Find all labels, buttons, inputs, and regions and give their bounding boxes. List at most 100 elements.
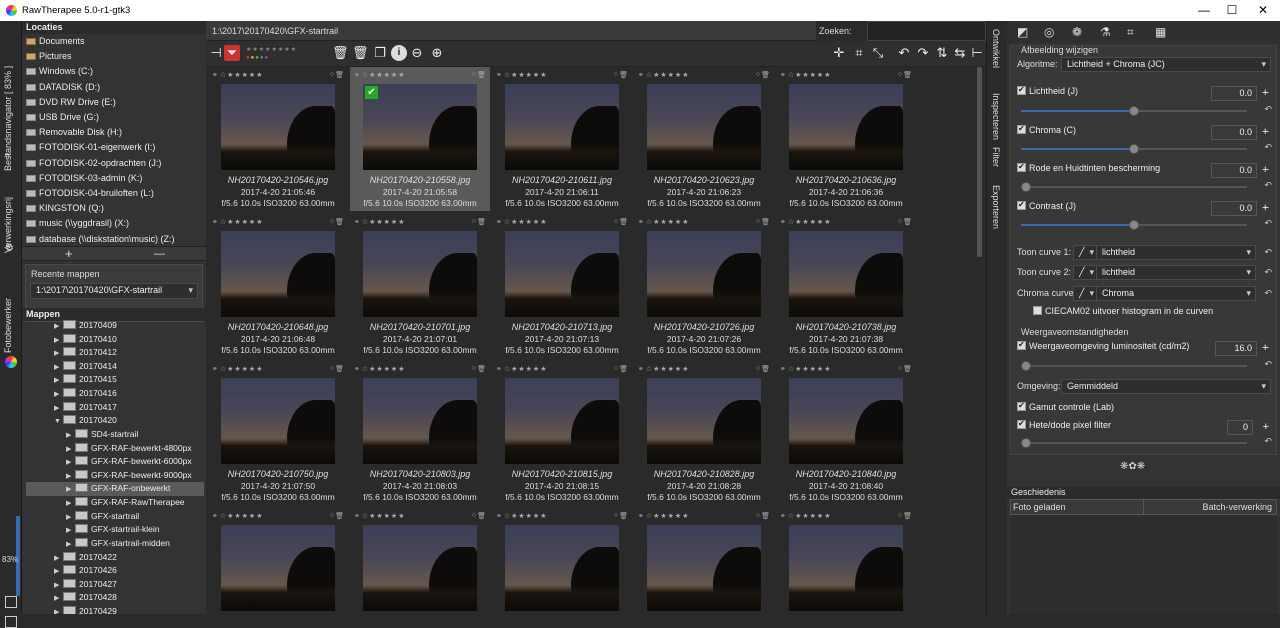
expand-right-icon[interactable]: ▶ — [66, 443, 75, 457]
rating-stars[interactable]: ☆★★★★★ — [362, 366, 406, 373]
rating-stars[interactable]: ☆★★★★★ — [504, 219, 548, 226]
trash-icon[interactable]: 🗑︎ — [335, 512, 344, 520]
skin-plus[interactable]: + — [1262, 163, 1268, 177]
tree-node[interactable]: ▶ GFX-RAF-bewerkt-9000px — [66, 469, 192, 483]
collapse-left-icon[interactable]: ⊣ — [208, 45, 224, 61]
expand-right-icon[interactable]: ▶ — [54, 565, 63, 579]
thumbnail[interactable]: ⚭ ☆★★★★★ ○ 🗑︎ NH20170420-210713.jpg 2017-4-2… — [492, 214, 632, 358]
place-item[interactable]: Documents — [26, 34, 85, 49]
thumbnail[interactable]: ⚭ ☆★★★★★ ○ 🗑︎ NH20170420-210840.jpg 2017-4-2… — [776, 361, 916, 505]
surround-lum-plus[interactable]: + — [1262, 341, 1268, 355]
tree-node[interactable]: ▶ 20170410 — [54, 333, 117, 347]
surround-lum-value[interactable]: 16.0 — [1215, 341, 1257, 356]
straighten-icon[interactable]: ⤡ — [870, 45, 886, 61]
flip-vertical-icon[interactable]: ⇅ — [934, 45, 950, 61]
trash-icon[interactable]: 🗑︎ — [761, 218, 770, 226]
thumbnail[interactable]: ⚭ ☆★★★★★ ○ 🗑︎ NH20170420-210636.jpg 2017-4-2… — [776, 67, 916, 211]
thumbnail-image[interactable] — [363, 525, 477, 611]
tree-node[interactable]: ▶ GFX-RAF-RawTherapee — [66, 496, 185, 510]
trash-icon[interactable]: 🗑︎ — [332, 45, 349, 61]
fullscreen-icon[interactable] — [5, 616, 17, 628]
grid-scrollbar[interactable] — [975, 67, 984, 614]
place-item[interactable]: FOTODISK-01-eigenwerk (I:) — [26, 140, 155, 155]
thumbnail-image[interactable] — [647, 525, 761, 611]
advanced-tab-icon[interactable]: ⚗ — [1100, 25, 1111, 39]
thumbnail[interactable]: ⚭ ☆★★★★★ ○ 🗑︎ — [492, 508, 632, 614]
expand-right-icon[interactable]: ▶ — [54, 361, 63, 375]
thumbnail-image[interactable] — [647, 378, 761, 464]
scrollbar-thumb[interactable] — [977, 67, 982, 257]
rating-filter-stars[interactable]: ★★★★★★★★ ●●●●● — [246, 46, 324, 62]
link-icon[interactable]: ⚭ — [638, 366, 644, 373]
rating-stars[interactable]: ☆★★★★★ — [646, 513, 690, 520]
thumbnail[interactable]: ⚭ ☆★★★★★ ○ 🗑︎ ✔ NH20170420-210558.jpg 2017-4-… — [350, 67, 490, 211]
recent-folders-select[interactable]: 1:\2017\20170420\GFX-startrail — [30, 283, 198, 299]
tree-node[interactable]: ▶ 20170429 — [54, 605, 117, 614]
collapse-right-icon[interactable]: ⊢ — [969, 45, 985, 61]
skin-reset-icon[interactable]: ↶ — [1264, 180, 1272, 191]
thumbnail-image[interactable] — [789, 231, 903, 317]
skin-value[interactable]: 0.0 — [1211, 163, 1257, 178]
tree-node[interactable]: ▶ 20170414 — [54, 360, 117, 374]
tree-node[interactable]: ▼ 20170420 — [54, 414, 117, 428]
link-icon[interactable]: ⚭ — [496, 72, 502, 79]
place-item[interactable]: Windows (C:) — [26, 64, 93, 79]
expand-right-icon[interactable]: ▶ — [54, 347, 63, 361]
remove-place-button[interactable]: — — [154, 247, 165, 261]
expand-right-icon[interactable]: ▶ — [66, 538, 75, 552]
expand-right-icon[interactable]: ▶ — [54, 402, 63, 416]
link-icon[interactable]: ⚭ — [212, 219, 218, 226]
place-item[interactable]: FOTODISK-04-bruiloften (L:) — [26, 186, 154, 201]
gamut-checkbox[interactable] — [1017, 401, 1026, 411]
algorithm-select[interactable]: Lichtheid + Chroma (JC) — [1061, 57, 1271, 72]
search-input[interactable] — [867, 21, 986, 41]
link-icon[interactable]: ⚭ — [212, 72, 218, 79]
trash-icon[interactable]: 🗑︎ — [619, 512, 628, 520]
expand-right-icon[interactable]: ▶ — [66, 470, 75, 484]
place-item[interactable]: KINGSTON (Q:) — [26, 201, 104, 216]
place-item[interactable]: Removable Disk (H:) — [26, 125, 122, 140]
link-icon[interactable]: ⚭ — [496, 513, 502, 520]
place-item[interactable]: USB Drive (G:) — [26, 110, 99, 125]
link-icon[interactable]: ⚭ — [496, 219, 502, 226]
tree-node[interactable]: ▶ 20170417 — [54, 401, 117, 415]
hotdead-reset-icon[interactable]: ↶ — [1264, 436, 1272, 447]
expand-right-icon[interactable]: ▶ — [66, 511, 75, 525]
expand-right-icon[interactable]: ▶ — [54, 592, 63, 606]
place-item[interactable]: DATADISK (D:) — [26, 80, 100, 95]
tab-develop[interactable]: Ontwikkel — [991, 29, 1001, 87]
copy-icon[interactable]: ❐ — [372, 45, 388, 61]
contrast-reset-icon[interactable]: ↶ — [1264, 218, 1272, 229]
rating-stars[interactable]: ☆★★★★★ — [362, 72, 406, 79]
thumbnail-image[interactable] — [221, 525, 335, 611]
thumbnail-image[interactable] — [505, 378, 619, 464]
place-item[interactable]: database (\\diskstation\music) (Z:) — [26, 232, 175, 246]
expand-right-icon[interactable]: ▶ — [66, 483, 75, 497]
chroma-curve-select[interactable]: Chroma — [1096, 286, 1256, 301]
color-tab-icon[interactable]: ❁ — [1072, 25, 1082, 39]
add-place-button[interactable]: + — [65, 247, 73, 261]
thumbnail-image[interactable] — [789, 525, 903, 611]
tree-node[interactable]: ▶ 20170412 — [54, 346, 117, 360]
tree-node[interactable]: ▶ GFX-startrail-midden — [66, 537, 170, 551]
tree-node[interactable]: ▶ GFX-RAF-onbewerkt — [26, 482, 204, 497]
thumbnail[interactable]: ⚭ ☆★★★★★ ○ 🗑︎ NH20170420-210623.jpg 2017-4-2… — [634, 67, 774, 211]
thumbnail-image[interactable] — [363, 231, 477, 317]
expand-right-icon[interactable]: ▶ — [54, 552, 63, 566]
skin-checkbox[interactable] — [1017, 162, 1026, 172]
chroma-checkbox[interactable] — [1017, 124, 1026, 134]
chroma-plus[interactable]: + — [1262, 125, 1268, 139]
lightness-slider[interactable] — [1021, 106, 1247, 116]
trash-icon[interactable]: 🗑︎ — [477, 71, 486, 79]
trash-icon[interactable]: 🗑︎ — [335, 218, 344, 226]
tree-node[interactable]: ▶ 20170416 — [54, 387, 117, 401]
thumbnail[interactable]: ⚭ ☆★★★★★ ○ 🗑︎ — [634, 508, 774, 614]
expand-right-icon[interactable]: ▶ — [66, 456, 75, 470]
rating-stars[interactable]: ☆★★★★★ — [362, 513, 406, 520]
thumbnail[interactable]: ⚭ ☆★★★★★ ○ 🗑︎ — [350, 508, 490, 614]
trash-icon[interactable]: 🗑︎ — [477, 365, 486, 373]
filter-icon[interactable]: ⏷ — [224, 45, 240, 61]
tree-node[interactable]: ▶ 20170427 — [54, 578, 117, 592]
thumbnail-image[interactable] — [363, 378, 477, 464]
maximize-button[interactable]: ☐ — [1218, 2, 1246, 19]
